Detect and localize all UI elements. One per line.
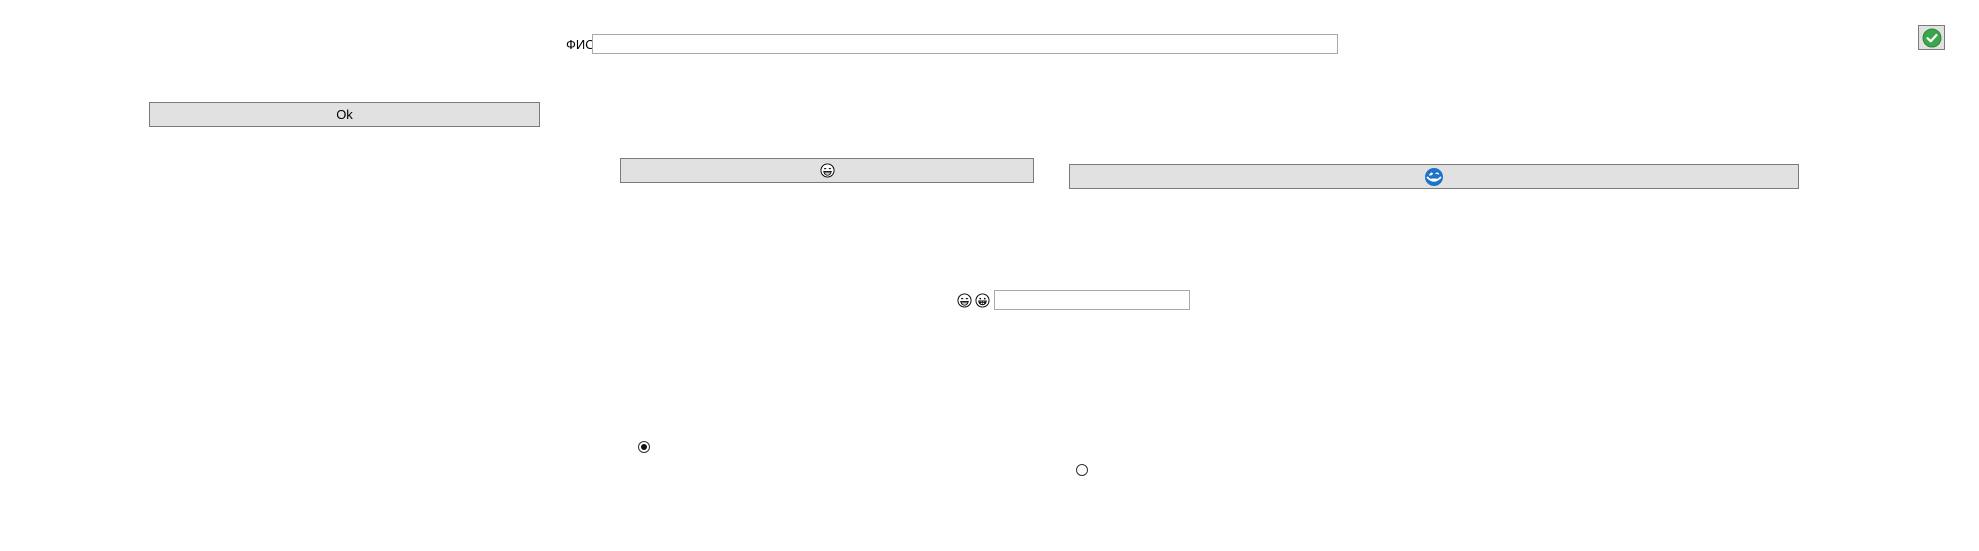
radio-option-1[interactable] (638, 441, 650, 453)
full-name-input[interactable] (592, 34, 1338, 54)
emoji-icon-group (957, 292, 990, 309)
emoji-text-input[interactable] (994, 290, 1190, 310)
emoji-button[interactable] (620, 158, 1034, 183)
confirm-button[interactable] (1918, 25, 1945, 50)
laughing-face-icon (819, 163, 835, 178)
grinning-face-icon (975, 293, 990, 308)
laughing-face-icon (957, 293, 972, 308)
blue-icon-button[interactable] (1069, 164, 1799, 189)
radio-option-2[interactable] (1076, 464, 1088, 476)
green-check-circle-icon (1922, 28, 1941, 47)
blue-face-icon (1425, 167, 1443, 186)
full-name-label: ФИО (566, 37, 596, 52)
ok-button[interactable]: Ok (149, 102, 540, 127)
